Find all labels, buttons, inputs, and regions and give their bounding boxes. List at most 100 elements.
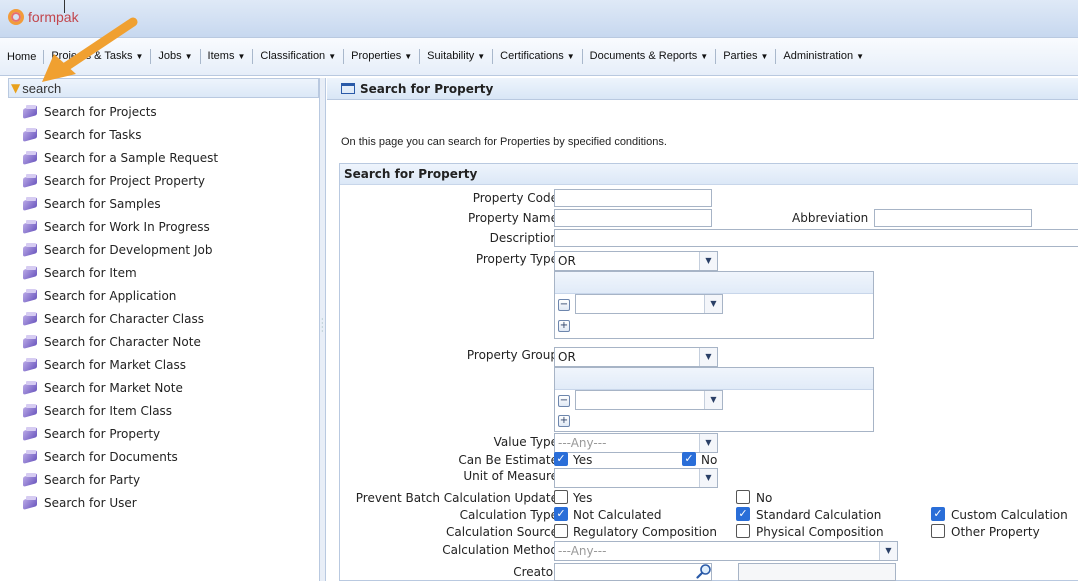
unit-of-measure-select[interactable]: ▼	[554, 468, 718, 488]
sidebar-search: ▼	[8, 78, 319, 98]
sidebar-item[interactable]: Search for Tasks	[8, 123, 319, 146]
sidebar-item-label: Search for Character Class	[44, 311, 204, 326]
search-function-icon	[22, 243, 40, 256]
sidebar-item[interactable]: Search for Market Note	[8, 376, 319, 399]
search-icon[interactable]	[696, 563, 712, 579]
menu-item[interactable]: Certifications ▼	[493, 49, 583, 64]
sidebar-item-label: Search for User	[44, 495, 137, 510]
prevent-no-checkbox[interactable]	[736, 490, 750, 504]
value-type-select[interactable]: ---Any--- ▼	[554, 433, 718, 453]
sidebar-item[interactable]: Search for Project Property	[8, 169, 319, 192]
chevron-down-icon: ▼	[237, 52, 246, 61]
menu-item-label: Items	[207, 50, 235, 62]
property-type-value: OR	[558, 254, 576, 268]
expand-icon[interactable]: +	[558, 320, 570, 332]
search-function-icon	[22, 174, 40, 187]
sidebar-item[interactable]: Search for a Sample Request	[8, 146, 319, 169]
sidebar-item[interactable]: Search for Market Class	[8, 353, 319, 376]
sidebar-item-label: Search for Project Property	[44, 173, 206, 188]
can-estimate-no-checkbox[interactable]: ✓	[682, 452, 696, 466]
physical-composition-label: Physical Composition	[756, 525, 884, 539]
property-group-condition-select[interactable]: ▼	[575, 390, 723, 410]
sidebar-item[interactable]: Search for Documents	[8, 445, 319, 468]
property-group-label: Property Group	[466, 348, 558, 362]
abbreviation-label: Abbreviation	[792, 211, 869, 225]
sidebar-item[interactable]: Search for Item Class	[8, 399, 319, 422]
menu-item[interactable]: Items ▼	[201, 49, 254, 64]
sidebar-item-label: Search for Property	[44, 426, 161, 441]
can-estimate-yes-checkbox[interactable]: ✓	[554, 452, 568, 466]
sidebar-item[interactable]: Search for Character Note	[8, 330, 319, 353]
app-logo[interactable]: formpak	[8, 9, 79, 25]
sidebar-item-label: Search for Market Class	[44, 357, 186, 372]
chevron-down-icon: ▼	[700, 52, 709, 61]
sidebar: ▼ Search for ProjectsSearch for TasksSea…	[8, 78, 320, 581]
physical-composition-checkbox[interactable]	[736, 524, 750, 538]
collapse-icon[interactable]: −	[558, 395, 570, 407]
menu-item[interactable]: Suitability ▼	[420, 49, 494, 64]
not-calculated-checkbox[interactable]: ✓	[554, 507, 568, 521]
chevron-down-icon: ▼	[699, 434, 717, 452]
property-code-input[interactable]	[554, 189, 712, 207]
menu-item[interactable]: Jobs ▼	[151, 49, 201, 64]
collapse-icon[interactable]: −	[558, 299, 570, 311]
property-name-input[interactable]	[554, 209, 712, 227]
property-type-label: Property Type	[475, 252, 558, 266]
value-type-value: ---Any---	[558, 436, 607, 450]
calculation-method-select[interactable]: ---Any--- ▼	[554, 541, 898, 561]
custom-calculation-checkbox[interactable]: ✓	[931, 507, 945, 521]
regulatory-composition-checkbox[interactable]	[554, 524, 568, 538]
other-property-checkbox[interactable]	[931, 524, 945, 538]
calculation-method-value: ---Any---	[558, 544, 607, 558]
description-input[interactable]	[554, 229, 1078, 247]
sidebar-item[interactable]: Search for User	[8, 491, 319, 514]
main-menu: Home Projects & Tasks ▼ Jobs ▼ Items ▼ Classifi…	[0, 38, 1078, 76]
chevron-down-icon: ▼	[699, 348, 717, 366]
menu-item[interactable]: Administration ▼	[776, 49, 871, 64]
sidebar-item[interactable]: Search for Samples	[8, 192, 319, 215]
standard-calculation-checkbox[interactable]: ✓	[736, 507, 750, 521]
filter-icon[interactable]: ▼	[11, 81, 20, 95]
search-function-icon	[22, 266, 40, 279]
search-function-icon	[22, 128, 40, 141]
prevent-batch-label: Prevent Batch Calculation Update	[355, 491, 558, 505]
sidebar-item-label: Search for Samples	[44, 196, 161, 211]
menu-item[interactable]: Projects & Tasks ▼	[44, 49, 152, 64]
property-type-select[interactable]: OR ▼	[554, 251, 718, 271]
expand-icon[interactable]: +	[558, 415, 570, 427]
can-estimate-no-label: No	[701, 453, 718, 467]
sidebar-item[interactable]: Search for Work In Progress	[8, 215, 319, 238]
chevron-down-icon: ▼	[135, 52, 144, 61]
prevent-yes-label: Yes	[573, 491, 593, 505]
chevron-down-icon: ▼	[699, 252, 717, 270]
sidebar-item[interactable]: Search for Projects	[8, 100, 319, 123]
menu-item[interactable]: Documents & Reports ▼	[583, 49, 717, 64]
sidebar-item[interactable]: Search for Property	[8, 422, 319, 445]
prevent-yes-checkbox[interactable]	[554, 490, 568, 504]
unit-of-measure-label: Unit of Measure	[463, 469, 558, 483]
custom-calculation-label: Custom Calculation	[951, 508, 1068, 522]
sidebar-nav: Search for Projects Search for Tasks Searc…	[8, 98, 319, 514]
menu-item[interactable]: Classification ▼	[253, 49, 345, 64]
search-function-icon	[22, 220, 40, 233]
menu-item-label: Administration	[783, 50, 854, 62]
creator-input[interactable]	[554, 563, 712, 581]
property-type-condition-select[interactable]: ▼	[575, 294, 723, 314]
sidebar-search-input[interactable]	[22, 80, 303, 96]
search-function-icon	[22, 381, 40, 394]
sidebar-item[interactable]: Search for Character Class	[8, 307, 319, 330]
sidebar-item[interactable]: Search for Item	[8, 261, 319, 284]
menu-item[interactable]: Properties ▼	[344, 49, 421, 64]
property-group-select[interactable]: OR ▼	[554, 347, 718, 367]
sidebar-item[interactable]: Search for Development Job	[8, 238, 319, 261]
property-group-value: OR	[558, 350, 576, 364]
sidebar-item[interactable]: Search for Application	[8, 284, 319, 307]
menu-item-label: Projects & Tasks	[51, 50, 133, 62]
pane-splitter[interactable]: · · · ·	[320, 78, 326, 581]
menu-item[interactable]: Home	[0, 49, 45, 64]
chevron-down-icon: ▼	[704, 295, 722, 313]
sidebar-item[interactable]: Search for Party	[8, 468, 319, 491]
abbreviation-input[interactable]	[874, 209, 1032, 227]
menu-item[interactable]: Parties ▼	[716, 49, 777, 64]
sidebar-item-label: Search for Projects	[44, 104, 157, 119]
